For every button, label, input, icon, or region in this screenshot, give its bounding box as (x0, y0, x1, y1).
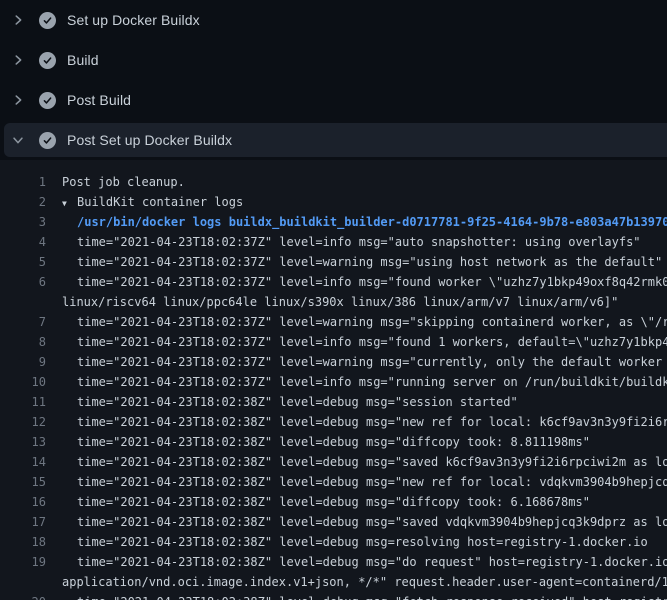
actions-log-viewer: Set up Docker Buildx Build Post Build Post … (0, 0, 667, 600)
check-circle-icon (39, 92, 56, 109)
steps-list: Set up Docker Buildx Build Post Build Post … (0, 0, 667, 157)
step-row-post-set-up-docker-buildx[interactable]: Post Set up Docker Buildx (4, 123, 667, 157)
log-text: Post job cleanup. (62, 172, 185, 192)
log-line: 11 time="2021-04-23T18:02:38Z" level=debu… (0, 392, 667, 412)
log-line-number[interactable]: 13 (0, 432, 46, 452)
log-text: time="2021-04-23T18:02:38Z" level=debug … (62, 392, 518, 412)
chevron-right-icon[interactable] (10, 52, 26, 68)
log-text: time="2021-04-23T18:02:37Z" level=info m… (62, 272, 667, 292)
log-line-number[interactable]: 5 (0, 252, 46, 272)
log-text: time="2021-04-23T18:02:38Z" level=debug … (62, 412, 667, 432)
log-line: 18 time="2021-04-23T18:02:38Z" level=debu… (0, 532, 667, 552)
log-text: time="2021-04-23T18:02:38Z" level=debug … (62, 452, 667, 472)
log-line-number (0, 572, 46, 592)
log-line: linux/riscv64 linux/ppc64le linux/s390x … (0, 292, 667, 312)
log-line: 3/usr/bin/docker logs buildx_buildkit_bu… (0, 212, 667, 232)
step-label: Build (67, 52, 99, 68)
log-line: 9 time="2021-04-23T18:02:37Z" level=warni… (0, 352, 667, 372)
log-text: application/vnd.oci.image.index.v1+json,… (62, 572, 667, 592)
step-label: Set up Docker Buildx (67, 12, 200, 28)
log-line: 16 time="2021-04-23T18:02:38Z" level=debu… (0, 492, 667, 512)
log-line-number[interactable]: 8 (0, 332, 46, 352)
log-line-number[interactable]: 16 (0, 492, 46, 512)
log-line: 6 time="2021-04-23T18:02:37Z" level=info … (0, 272, 667, 292)
log-line-number[interactable]: 12 (0, 412, 46, 432)
log-lines: 1 Post job cleanup. 2 ▼BuildKit container l… (0, 172, 667, 600)
log-line: 4 time="2021-04-23T18:02:37Z" level=info … (0, 232, 667, 252)
log-line: application/vnd.oci.image.index.v1+json,… (0, 572, 667, 592)
log-line-number[interactable]: 15 (0, 472, 46, 492)
log-line-number[interactable]: 6 (0, 272, 46, 292)
log-line-number[interactable]: 20 (0, 592, 46, 600)
chevron-right-icon[interactable] (10, 12, 26, 28)
log-text: time="2021-04-23T18:02:38Z" level=debug … (62, 592, 667, 600)
log-line: 7 time="2021-04-23T18:02:37Z" level=warni… (0, 312, 667, 332)
log-text: time="2021-04-23T18:02:38Z" level=debug … (62, 492, 590, 512)
check-circle-icon (39, 12, 56, 29)
step-label: Post Set up Docker Buildx (67, 132, 232, 148)
log-text: time="2021-04-23T18:02:37Z" level=warnin… (62, 312, 667, 332)
log-line-number[interactable]: 1 (0, 172, 46, 192)
log-area: 1 Post job cleanup. 2 ▼BuildKit container l… (0, 160, 667, 600)
check-circle-icon (39, 132, 56, 149)
log-text: time="2021-04-23T18:02:37Z" level=warnin… (62, 252, 662, 272)
log-line-number[interactable]: 14 (0, 452, 46, 472)
log-line: 13 time="2021-04-23T18:02:38Z" level=debu… (0, 432, 667, 452)
step-row-set-up-docker-buildx[interactable]: Set up Docker Buildx (0, 0, 667, 40)
log-text: time="2021-04-23T18:02:37Z" level=info m… (62, 332, 667, 352)
group-collapse-caret-icon[interactable]: ▼ (62, 194, 77, 214)
log-text: time="2021-04-23T18:02:38Z" level=debug … (62, 512, 667, 532)
log-line: 14 time="2021-04-23T18:02:38Z" level=debu… (0, 452, 667, 472)
log-line: 10 time="2021-04-23T18:02:37Z" level=info… (0, 372, 667, 392)
chevron-right-icon[interactable] (10, 92, 26, 108)
log-command-text: /usr/bin/docker logs buildx_buildkit_bui… (62, 212, 667, 232)
log-line-number[interactable]: 10 (0, 372, 46, 392)
log-line-number[interactable]: 4 (0, 232, 46, 252)
check-circle-icon (39, 52, 56, 69)
log-line: 17 time="2021-04-23T18:02:38Z" level=debu… (0, 512, 667, 532)
log-line: 1 Post job cleanup. (0, 172, 667, 192)
log-text: linux/riscv64 linux/ppc64le linux/s390x … (62, 292, 618, 312)
log-text: time="2021-04-23T18:02:38Z" level=debug … (62, 552, 667, 572)
log-group-label[interactable]: BuildKit container logs (77, 195, 243, 209)
log-line-number[interactable]: 2 (0, 192, 46, 212)
log-line-number[interactable]: 9 (0, 352, 46, 372)
log-text: time="2021-04-23T18:02:38Z" level=debug … (62, 432, 590, 452)
log-text: time="2021-04-23T18:02:37Z" level=info m… (62, 372, 667, 392)
log-text: time="2021-04-23T18:02:38Z" level=debug … (62, 532, 648, 552)
step-label: Post Build (67, 92, 131, 108)
log-line: 20 time="2021-04-23T18:02:38Z" level=debu… (0, 592, 667, 600)
log-line-number[interactable]: 11 (0, 392, 46, 412)
log-text: time="2021-04-23T18:02:38Z" level=debug … (62, 472, 667, 492)
log-line: 2 ▼BuildKit container logs (0, 192, 667, 212)
step-row-build[interactable]: Build (0, 40, 667, 80)
chevron-down-icon[interactable] (10, 132, 26, 148)
log-line: 19 time="2021-04-23T18:02:38Z" level=debu… (0, 552, 667, 572)
log-line-number[interactable]: 3 (0, 212, 46, 232)
step-row-post-build[interactable]: Post Build (0, 80, 667, 120)
log-text: time="2021-04-23T18:02:37Z" level=info m… (62, 232, 641, 252)
log-line-number[interactable]: 7 (0, 312, 46, 332)
log-line: 12 time="2021-04-23T18:02:38Z" level=debu… (0, 412, 667, 432)
log-line-number[interactable]: 18 (0, 532, 46, 552)
log-group-row: ▼BuildKit container logs (62, 192, 243, 212)
log-text: time="2021-04-23T18:02:37Z" level=warnin… (62, 352, 667, 372)
log-line: 5 time="2021-04-23T18:02:37Z" level=warni… (0, 252, 667, 272)
log-line: 15 time="2021-04-23T18:02:38Z" level=debu… (0, 472, 667, 492)
log-line-number[interactable]: 19 (0, 552, 46, 572)
log-line: 8 time="2021-04-23T18:02:37Z" level=info … (0, 332, 667, 352)
log-line-number[interactable]: 17 (0, 512, 46, 532)
log-line-number (0, 292, 46, 312)
